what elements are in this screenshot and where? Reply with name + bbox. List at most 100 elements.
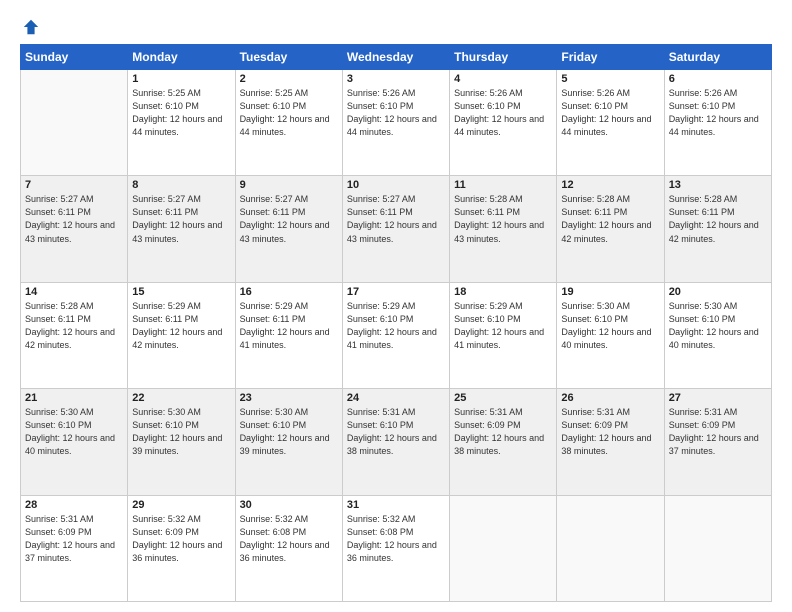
calendar-cell <box>664 495 771 601</box>
calendar-cell: 19 Sunrise: 5:30 AM Sunset: 6:10 PM Dayl… <box>557 282 664 388</box>
calendar-cell: 11 Sunrise: 5:28 AM Sunset: 6:11 PM Dayl… <box>450 176 557 282</box>
day-info: Sunrise: 5:27 AM Sunset: 6:11 PM Dayligh… <box>132 193 230 245</box>
calendar-cell: 31 Sunrise: 5:32 AM Sunset: 6:08 PM Dayl… <box>342 495 449 601</box>
day-number: 12 <box>561 179 659 191</box>
weekday-header-row: SundayMondayTuesdayWednesdayThursdayFrid… <box>21 45 772 70</box>
calendar-cell: 6 Sunrise: 5:26 AM Sunset: 6:10 PM Dayli… <box>664 70 771 176</box>
day-number: 15 <box>132 286 230 298</box>
day-info: Sunrise: 5:27 AM Sunset: 6:11 PM Dayligh… <box>347 193 445 245</box>
day-number: 7 <box>25 179 123 191</box>
calendar-cell: 28 Sunrise: 5:31 AM Sunset: 6:09 PM Dayl… <box>21 495 128 601</box>
logo <box>20 18 40 34</box>
day-info: Sunrise: 5:29 AM Sunset: 6:10 PM Dayligh… <box>347 300 445 352</box>
calendar-cell: 30 Sunrise: 5:32 AM Sunset: 6:08 PM Dayl… <box>235 495 342 601</box>
calendar-cell: 7 Sunrise: 5:27 AM Sunset: 6:11 PM Dayli… <box>21 176 128 282</box>
day-info: Sunrise: 5:29 AM Sunset: 6:11 PM Dayligh… <box>240 300 338 352</box>
day-info: Sunrise: 5:29 AM Sunset: 6:10 PM Dayligh… <box>454 300 552 352</box>
calendar-cell <box>450 495 557 601</box>
day-number: 13 <box>669 179 767 191</box>
day-info: Sunrise: 5:28 AM Sunset: 6:11 PM Dayligh… <box>454 193 552 245</box>
calendar-cell: 15 Sunrise: 5:29 AM Sunset: 6:11 PM Dayl… <box>128 282 235 388</box>
day-info: Sunrise: 5:25 AM Sunset: 6:10 PM Dayligh… <box>240 87 338 139</box>
day-number: 24 <box>347 392 445 404</box>
calendar-cell: 3 Sunrise: 5:26 AM Sunset: 6:10 PM Dayli… <box>342 70 449 176</box>
calendar-cell: 18 Sunrise: 5:29 AM Sunset: 6:10 PM Dayl… <box>450 282 557 388</box>
day-info: Sunrise: 5:31 AM Sunset: 6:09 PM Dayligh… <box>454 406 552 458</box>
calendar-cell: 17 Sunrise: 5:29 AM Sunset: 6:10 PM Dayl… <box>342 282 449 388</box>
day-info: Sunrise: 5:28 AM Sunset: 6:11 PM Dayligh… <box>561 193 659 245</box>
day-number: 16 <box>240 286 338 298</box>
day-info: Sunrise: 5:31 AM Sunset: 6:09 PM Dayligh… <box>669 406 767 458</box>
calendar-cell: 29 Sunrise: 5:32 AM Sunset: 6:09 PM Dayl… <box>128 495 235 601</box>
day-number: 26 <box>561 392 659 404</box>
day-number: 6 <box>669 73 767 85</box>
day-info: Sunrise: 5:30 AM Sunset: 6:10 PM Dayligh… <box>132 406 230 458</box>
weekday-thursday: Thursday <box>450 45 557 70</box>
day-info: Sunrise: 5:32 AM Sunset: 6:08 PM Dayligh… <box>347 513 445 565</box>
day-number: 30 <box>240 499 338 511</box>
day-number: 18 <box>454 286 552 298</box>
day-number: 10 <box>347 179 445 191</box>
week-row-4: 21 Sunrise: 5:30 AM Sunset: 6:10 PM Dayl… <box>21 389 772 495</box>
day-info: Sunrise: 5:26 AM Sunset: 6:10 PM Dayligh… <box>347 87 445 139</box>
calendar-cell: 8 Sunrise: 5:27 AM Sunset: 6:11 PM Dayli… <box>128 176 235 282</box>
day-number: 31 <box>347 499 445 511</box>
calendar-cell <box>21 70 128 176</box>
calendar-cell: 4 Sunrise: 5:26 AM Sunset: 6:10 PM Dayli… <box>450 70 557 176</box>
day-number: 20 <box>669 286 767 298</box>
calendar-cell: 14 Sunrise: 5:28 AM Sunset: 6:11 PM Dayl… <box>21 282 128 388</box>
calendar-cell: 1 Sunrise: 5:25 AM Sunset: 6:10 PM Dayli… <box>128 70 235 176</box>
calendar-cell: 27 Sunrise: 5:31 AM Sunset: 6:09 PM Dayl… <box>664 389 771 495</box>
week-row-3: 14 Sunrise: 5:28 AM Sunset: 6:11 PM Dayl… <box>21 282 772 388</box>
day-info: Sunrise: 5:26 AM Sunset: 6:10 PM Dayligh… <box>561 87 659 139</box>
day-number: 22 <box>132 392 230 404</box>
day-info: Sunrise: 5:30 AM Sunset: 6:10 PM Dayligh… <box>240 406 338 458</box>
logo-icon <box>22 18 40 36</box>
weekday-tuesday: Tuesday <box>235 45 342 70</box>
day-info: Sunrise: 5:29 AM Sunset: 6:11 PM Dayligh… <box>132 300 230 352</box>
day-number: 14 <box>25 286 123 298</box>
calendar-cell: 24 Sunrise: 5:31 AM Sunset: 6:10 PM Dayl… <box>342 389 449 495</box>
day-info: Sunrise: 5:31 AM Sunset: 6:09 PM Dayligh… <box>561 406 659 458</box>
calendar-cell: 22 Sunrise: 5:30 AM Sunset: 6:10 PM Dayl… <box>128 389 235 495</box>
day-number: 17 <box>347 286 445 298</box>
day-info: Sunrise: 5:28 AM Sunset: 6:11 PM Dayligh… <box>669 193 767 245</box>
week-row-2: 7 Sunrise: 5:27 AM Sunset: 6:11 PM Dayli… <box>21 176 772 282</box>
weekday-monday: Monday <box>128 45 235 70</box>
weekday-friday: Friday <box>557 45 664 70</box>
day-info: Sunrise: 5:26 AM Sunset: 6:10 PM Dayligh… <box>669 87 767 139</box>
calendar-page: SundayMondayTuesdayWednesdayThursdayFrid… <box>0 0 792 612</box>
day-number: 19 <box>561 286 659 298</box>
day-number: 23 <box>240 392 338 404</box>
calendar-cell: 13 Sunrise: 5:28 AM Sunset: 6:11 PM Dayl… <box>664 176 771 282</box>
day-number: 21 <box>25 392 123 404</box>
day-number: 29 <box>132 499 230 511</box>
day-info: Sunrise: 5:32 AM Sunset: 6:09 PM Dayligh… <box>132 513 230 565</box>
day-number: 9 <box>240 179 338 191</box>
logo-text <box>20 18 40 36</box>
day-info: Sunrise: 5:30 AM Sunset: 6:10 PM Dayligh… <box>25 406 123 458</box>
calendar-cell: 10 Sunrise: 5:27 AM Sunset: 6:11 PM Dayl… <box>342 176 449 282</box>
calendar-cell: 12 Sunrise: 5:28 AM Sunset: 6:11 PM Dayl… <box>557 176 664 282</box>
header <box>20 18 772 34</box>
day-number: 27 <box>669 392 767 404</box>
calendar-cell: 20 Sunrise: 5:30 AM Sunset: 6:10 PM Dayl… <box>664 282 771 388</box>
calendar-cell: 21 Sunrise: 5:30 AM Sunset: 6:10 PM Dayl… <box>21 389 128 495</box>
day-number: 5 <box>561 73 659 85</box>
weekday-wednesday: Wednesday <box>342 45 449 70</box>
calendar-cell: 26 Sunrise: 5:31 AM Sunset: 6:09 PM Dayl… <box>557 389 664 495</box>
week-row-5: 28 Sunrise: 5:31 AM Sunset: 6:09 PM Dayl… <box>21 495 772 601</box>
calendar-table: SundayMondayTuesdayWednesdayThursdayFrid… <box>20 44 772 602</box>
day-info: Sunrise: 5:31 AM Sunset: 6:09 PM Dayligh… <box>25 513 123 565</box>
day-info: Sunrise: 5:32 AM Sunset: 6:08 PM Dayligh… <box>240 513 338 565</box>
day-number: 1 <box>132 73 230 85</box>
calendar-cell: 23 Sunrise: 5:30 AM Sunset: 6:10 PM Dayl… <box>235 389 342 495</box>
day-info: Sunrise: 5:30 AM Sunset: 6:10 PM Dayligh… <box>561 300 659 352</box>
day-number: 25 <box>454 392 552 404</box>
week-row-1: 1 Sunrise: 5:25 AM Sunset: 6:10 PM Dayli… <box>21 70 772 176</box>
day-info: Sunrise: 5:26 AM Sunset: 6:10 PM Dayligh… <box>454 87 552 139</box>
day-number: 2 <box>240 73 338 85</box>
calendar-cell: 2 Sunrise: 5:25 AM Sunset: 6:10 PM Dayli… <box>235 70 342 176</box>
day-number: 8 <box>132 179 230 191</box>
weekday-saturday: Saturday <box>664 45 771 70</box>
